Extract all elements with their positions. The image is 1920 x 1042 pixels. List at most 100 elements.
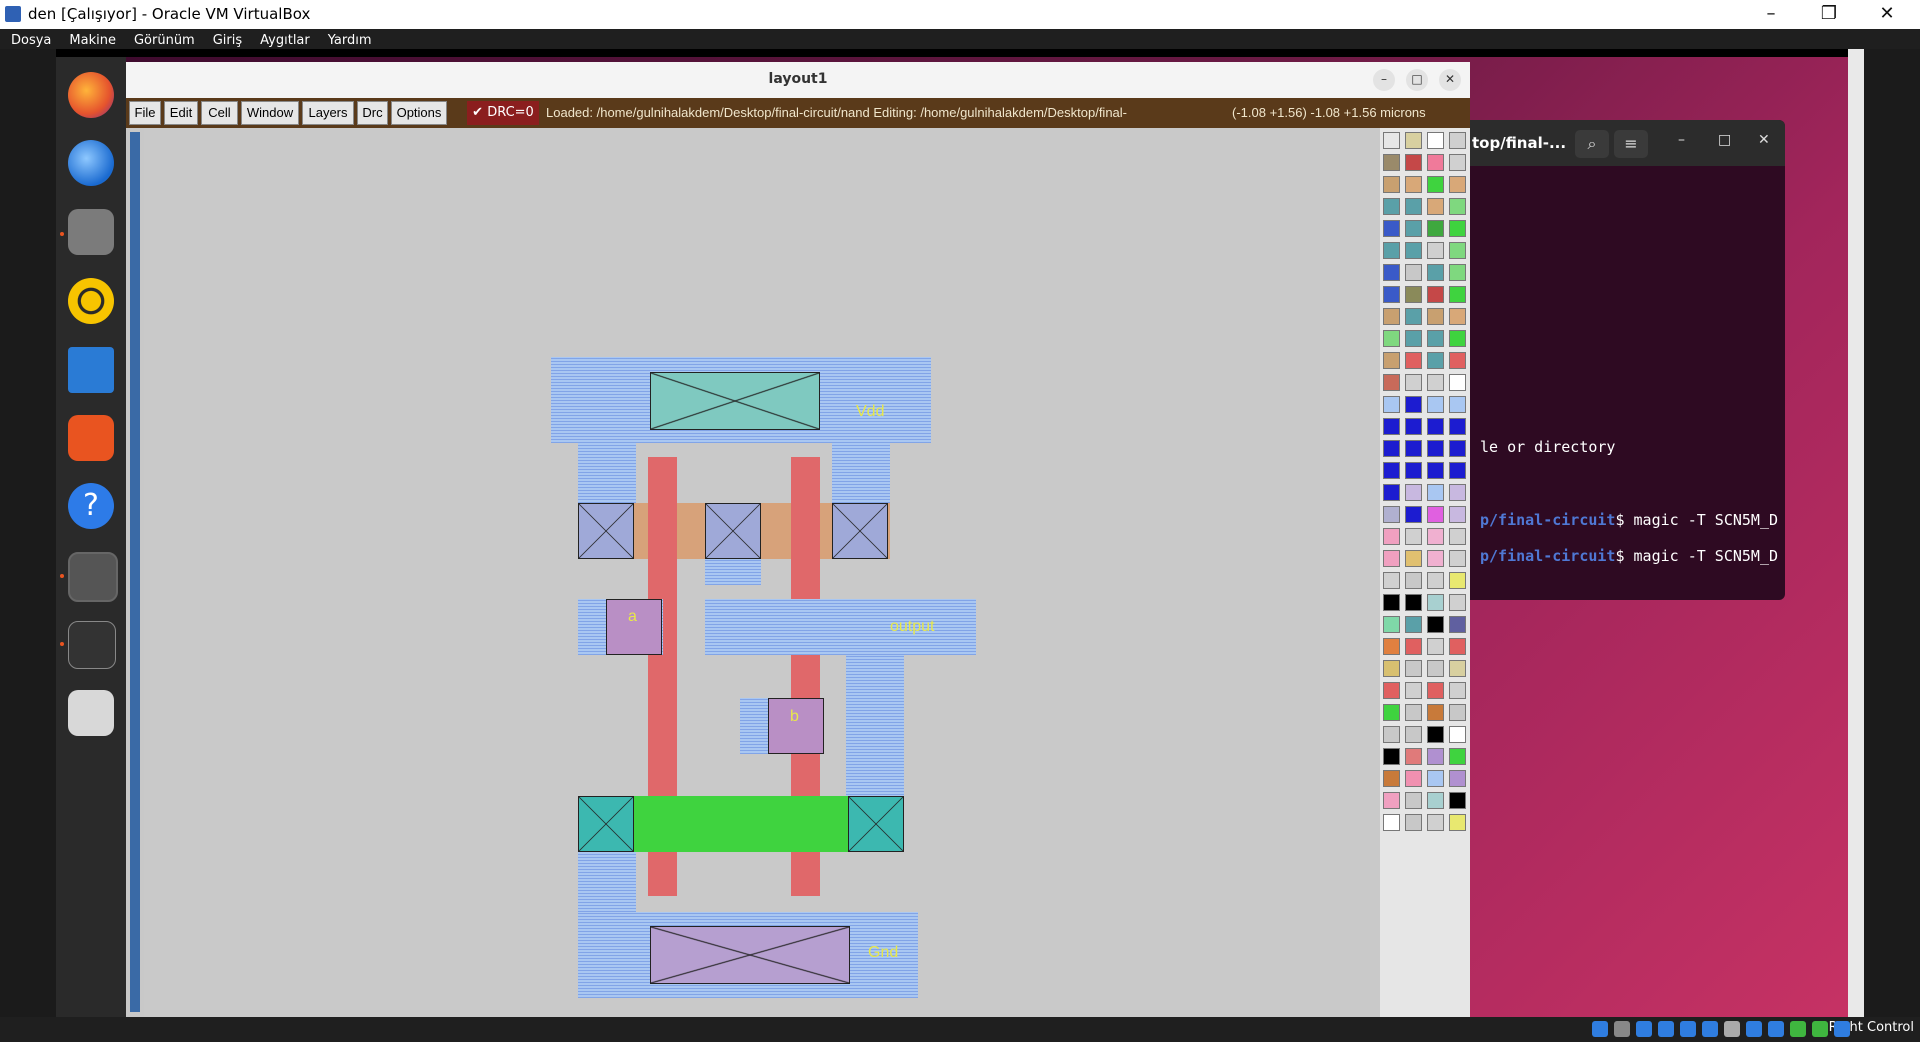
layer-swatch[interactable] — [1383, 242, 1400, 259]
layer-swatch[interactable] — [1449, 506, 1466, 523]
layer-swatch[interactable] — [1405, 176, 1422, 193]
menu-layers[interactable]: Layers — [302, 101, 354, 125]
layer-swatch[interactable] — [1383, 198, 1400, 215]
maximize-icon[interactable]: □ — [1406, 69, 1428, 91]
menu-gorunum[interactable]: Görünüm — [127, 31, 202, 51]
layer-swatch[interactable] — [1427, 264, 1444, 281]
layer-swatch[interactable] — [1405, 726, 1422, 743]
layer-swatch[interactable] — [1449, 242, 1466, 259]
restore-button[interactable]: ❐ — [1800, 0, 1858, 29]
layer-swatch[interactable] — [1383, 220, 1400, 237]
layer-swatch[interactable] — [1383, 528, 1400, 545]
layer-swatch[interactable] — [1405, 792, 1422, 809]
layer-swatch[interactable] — [1383, 330, 1400, 347]
layer-swatch[interactable] — [1383, 594, 1400, 611]
layer-swatch[interactable] — [1427, 396, 1444, 413]
status-device-icon[interactable] — [1724, 1021, 1740, 1037]
thunderbird-icon[interactable] — [68, 140, 114, 186]
layer-swatch[interactable] — [1405, 616, 1422, 633]
layer-swatch[interactable] — [1405, 440, 1422, 457]
menu-dosya[interactable]: Dosya — [4, 31, 58, 51]
layer-swatch[interactable] — [1449, 638, 1466, 655]
terminal-icon[interactable] — [68, 621, 116, 669]
host-vertical-scrollbar[interactable] — [1848, 49, 1864, 1017]
layer-swatch[interactable] — [1449, 748, 1466, 765]
layer-swatch[interactable] — [1405, 154, 1422, 171]
hamburger-menu-icon[interactable]: ≡ — [1614, 130, 1648, 158]
layer-swatch[interactable] — [1383, 418, 1400, 435]
status-device-icon[interactable] — [1702, 1021, 1718, 1037]
layer-swatch[interactable] — [1383, 308, 1400, 325]
menu-drc[interactable]: Drc — [357, 101, 388, 125]
status-device-icon[interactable] — [1834, 1021, 1850, 1037]
close-icon[interactable]: ✕ — [1758, 132, 1770, 148]
status-device-icon[interactable] — [1592, 1021, 1608, 1037]
layer-swatch[interactable] — [1405, 704, 1422, 721]
layer-swatch[interactable] — [1405, 286, 1422, 303]
layer-swatch[interactable] — [1449, 572, 1466, 589]
layer-swatch[interactable] — [1449, 308, 1466, 325]
layer-swatch[interactable] — [1405, 418, 1422, 435]
layer-swatch[interactable] — [1449, 528, 1466, 545]
layer-swatch[interactable] — [1405, 308, 1422, 325]
layer-swatch[interactable] — [1427, 616, 1444, 633]
menu-cell[interactable]: Cell — [201, 101, 238, 125]
status-device-icon[interactable] — [1746, 1021, 1762, 1037]
maximize-icon[interactable]: □ — [1718, 132, 1731, 148]
layer-swatch[interactable] — [1405, 264, 1422, 281]
layer-swatch[interactable] — [1405, 330, 1422, 347]
layer-swatch[interactable] — [1427, 506, 1444, 523]
layer-swatch[interactable] — [1405, 242, 1422, 259]
menu-makine[interactable]: Makine — [62, 31, 123, 51]
layer-swatch[interactable] — [1405, 660, 1422, 677]
layer-swatch[interactable] — [1383, 550, 1400, 567]
layer-swatch[interactable] — [1383, 682, 1400, 699]
layer-swatch[interactable] — [1449, 484, 1466, 501]
menu-file[interactable]: File — [129, 101, 161, 125]
layer-swatch[interactable] — [1449, 594, 1466, 611]
layer-swatch[interactable] — [1383, 572, 1400, 589]
layer-swatch[interactable] — [1449, 154, 1466, 171]
layer-swatch[interactable] — [1383, 286, 1400, 303]
layer-swatch[interactable] — [1427, 374, 1444, 391]
menu-giris[interactable]: Giriş — [206, 31, 249, 51]
layer-swatch[interactable] — [1383, 264, 1400, 281]
layer-swatch[interactable] — [1427, 528, 1444, 545]
layer-swatch[interactable] — [1427, 594, 1444, 611]
layer-swatch[interactable] — [1383, 396, 1400, 413]
help-icon[interactable]: ? — [68, 483, 114, 529]
layer-swatch[interactable] — [1383, 440, 1400, 457]
close-button[interactable]: ✕ — [1858, 0, 1916, 29]
layer-swatch[interactable] — [1427, 418, 1444, 435]
status-device-icon[interactable] — [1658, 1021, 1674, 1037]
layer-swatch[interactable] — [1405, 528, 1422, 545]
layer-swatch[interactable] — [1405, 550, 1422, 567]
layer-swatch[interactable] — [1405, 462, 1422, 479]
layer-swatch[interactable] — [1405, 198, 1422, 215]
layer-swatch[interactable] — [1449, 220, 1466, 237]
settings-icon[interactable] — [68, 552, 118, 602]
layer-swatch[interactable] — [1427, 242, 1444, 259]
vertical-scrollbar[interactable] — [126, 128, 144, 1017]
writer-icon[interactable] — [68, 347, 114, 393]
layer-swatch[interactable] — [1383, 748, 1400, 765]
layer-swatch[interactable] — [1449, 198, 1466, 215]
layer-swatch[interactable] — [1449, 374, 1466, 391]
layer-swatch[interactable] — [1405, 594, 1422, 611]
layer-swatch[interactable] — [1449, 462, 1466, 479]
layer-swatch[interactable] — [1449, 418, 1466, 435]
layer-swatch[interactable] — [1383, 704, 1400, 721]
layer-swatch[interactable] — [1405, 506, 1422, 523]
layer-swatch[interactable] — [1383, 484, 1400, 501]
layer-swatch[interactable] — [1449, 550, 1466, 567]
layer-swatch[interactable] — [1449, 814, 1466, 831]
menu-window[interactable]: Window — [241, 101, 299, 125]
layer-swatch[interactable] — [1449, 264, 1466, 281]
layer-swatch[interactable] — [1449, 616, 1466, 633]
layer-swatch[interactable] — [1405, 814, 1422, 831]
layer-swatch[interactable] — [1449, 352, 1466, 369]
layer-swatch[interactable] — [1449, 440, 1466, 457]
layer-swatch[interactable] — [1427, 726, 1444, 743]
layer-swatch[interactable] — [1427, 770, 1444, 787]
layer-swatch[interactable] — [1405, 770, 1422, 787]
